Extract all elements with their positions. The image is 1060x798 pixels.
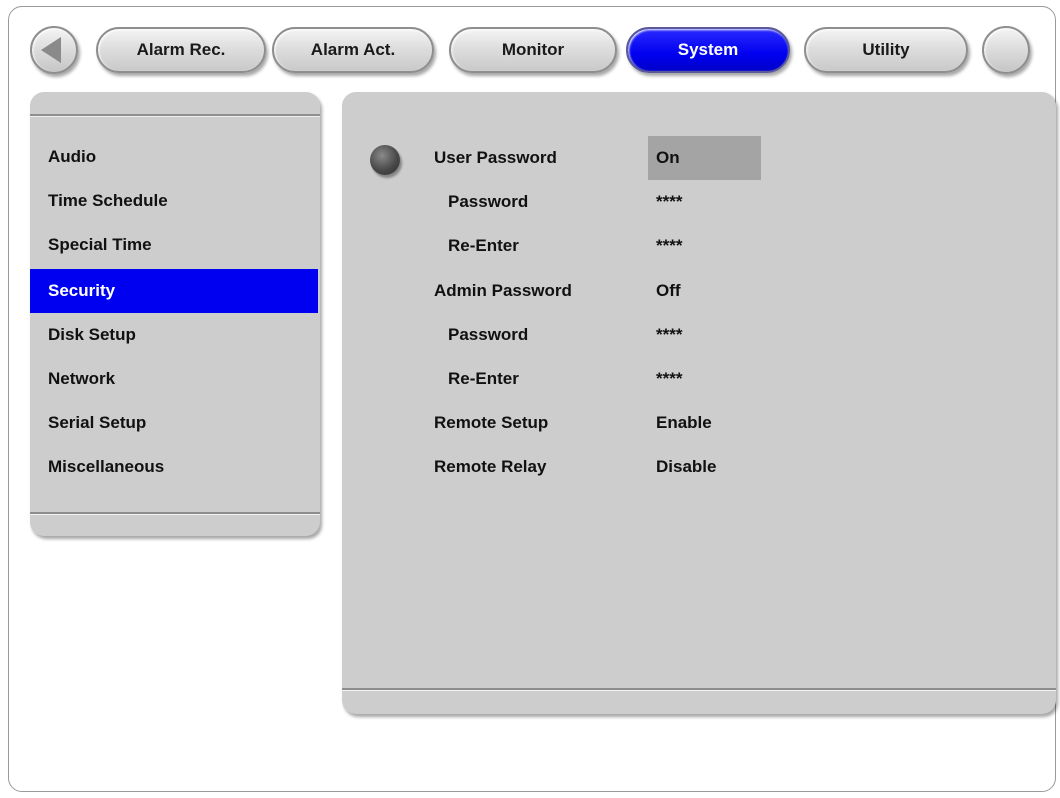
sidebar-item-time-schedule[interactable]: Time Schedule (30, 179, 318, 223)
forward-button[interactable] (982, 26, 1030, 74)
sidebar-item-disk-setup[interactable]: Disk Setup (30, 313, 318, 357)
tab-utility[interactable]: Utility (804, 27, 968, 73)
tab-alarm-act[interactable]: Alarm Act. (272, 27, 434, 73)
admin-reenter-field[interactable]: **** (648, 357, 761, 401)
settings-footer-divider (342, 688, 1056, 691)
remote-relay-label: Remote Relay (434, 457, 547, 476)
admin-password-toggle[interactable]: Off (648, 269, 761, 313)
sidebar-item-security[interactable]: Security (30, 269, 318, 313)
remote-relay-value[interactable]: Disable (648, 445, 761, 489)
user-password-toggle[interactable]: On (648, 136, 761, 180)
sidebar-item-audio[interactable]: Audio (30, 135, 318, 179)
user-reenter-field[interactable]: **** (648, 224, 761, 268)
tab-monitor[interactable]: Monitor (449, 27, 617, 73)
sidebar-item-special-time[interactable]: Special Time (30, 223, 318, 267)
tab-alarm-rec[interactable]: Alarm Rec. (96, 27, 266, 73)
admin-password-field[interactable]: **** (648, 313, 761, 357)
admin-reenter-label: Re-Enter (448, 369, 519, 388)
user-reenter-label: Re-Enter (448, 236, 519, 255)
user-password-label: User Password (434, 148, 557, 167)
remote-setup-value[interactable]: Enable (648, 401, 761, 445)
triangle-left-icon (41, 37, 61, 63)
sidebar-header-divider (30, 114, 320, 117)
sidebar-footer-divider (30, 512, 320, 515)
sidebar-item-network[interactable]: Network (30, 357, 318, 401)
back-button[interactable] (30, 26, 78, 74)
admin-password-label: Admin Password (434, 281, 572, 300)
sidebar-item-miscellaneous[interactable]: Miscellaneous (30, 445, 318, 489)
user-password-field-label: Password (448, 192, 529, 211)
admin-password-field-label: Password (448, 325, 529, 344)
sidebar-panel: Audio Time Schedule Special Time Securit… (30, 92, 320, 536)
user-password-field[interactable]: **** (648, 180, 761, 224)
tab-system[interactable]: System (626, 27, 790, 73)
sidebar-item-serial-setup[interactable]: Serial Setup (30, 401, 318, 445)
selection-bullet-icon (370, 145, 400, 175)
remote-setup-label: Remote Setup (434, 413, 549, 432)
